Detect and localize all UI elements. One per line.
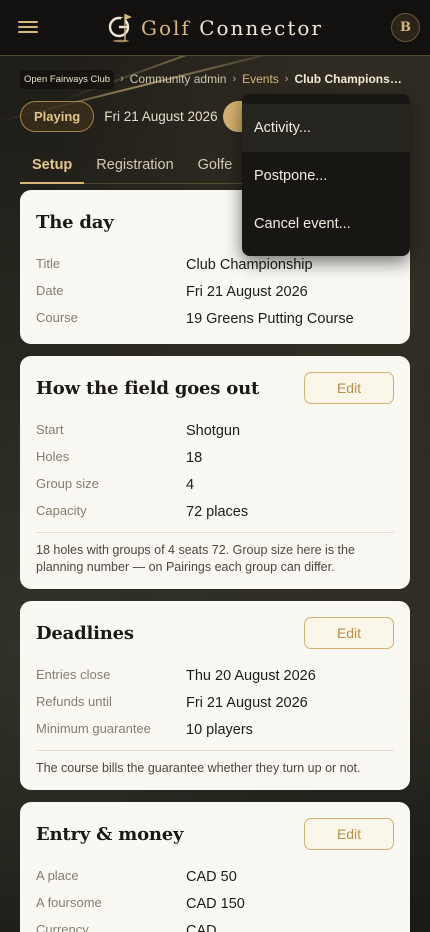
- tab-bar: Setup Registration Golfe: [20, 150, 244, 184]
- card-field: How the field goes out Edit Start Shotgun…: [20, 356, 410, 589]
- detail-value: Fri 21 August 2026: [186, 695, 308, 711]
- card-note: 18 holes with groups of 4 seats 72. Grou…: [36, 543, 355, 574]
- card-note: The course bills the guarantee whether t…: [36, 761, 361, 775]
- detail-label: Holes: [36, 449, 70, 464]
- card-title: How the field goes out: [36, 377, 260, 399]
- detail-row: Start Shotgun: [36, 420, 394, 447]
- golf-flag-logo-icon: [108, 13, 133, 42]
- edit-button[interactable]: Edit: [304, 617, 394, 649]
- detail-row: Capacity 72 places: [36, 501, 394, 528]
- status-badge: Playing: [20, 101, 95, 132]
- tab-setup[interactable]: Setup: [20, 150, 85, 184]
- breadcrumb-separator-icon: ›: [120, 73, 124, 85]
- card-header: Entry & money Edit: [36, 802, 394, 866]
- edit-button[interactable]: Edit: [304, 372, 394, 404]
- detail-label: Title: [36, 256, 61, 271]
- detail-label: Course: [36, 310, 78, 325]
- detail-row: Course 19 Greens Putting Course: [36, 308, 394, 335]
- detail-value: 72 places: [186, 504, 249, 520]
- detail-value: Thu 20 August 2026: [186, 668, 316, 684]
- card-title: Entry & money: [36, 823, 184, 845]
- detail-row: Minimum guarantee 10 players: [36, 719, 394, 746]
- brand-word-golf: Golf: [141, 15, 191, 40]
- detail-value: CAD 150: [186, 896, 245, 912]
- detail-value: Fri 21 August 2026: [186, 284, 308, 300]
- breadcrumb-community-admin[interactable]: Community admin: [130, 72, 227, 86]
- menu-item-activity[interactable]: Activity...: [242, 104, 410, 152]
- detail-row: A foursome CAD 150: [36, 893, 394, 920]
- detail-row: Date Fri 21 August 2026: [36, 281, 394, 308]
- detail-row: Refunds until Fri 21 August 2026: [36, 692, 394, 719]
- top-app-bar: Golf Connector B: [0, 0, 430, 56]
- menu-item-cancel-event[interactable]: Cancel event...: [242, 200, 410, 248]
- detail-label: Capacity: [36, 503, 87, 518]
- brand-name: Golf Connector: [141, 16, 323, 40]
- event-actions-menu: Activity... Postpone... Cancel event...: [242, 94, 410, 256]
- user-avatar[interactable]: B: [391, 13, 420, 42]
- detail-value: 19 Greens Putting Course: [186, 311, 354, 327]
- card-deadlines: Deadlines Edit Entries close Thu 20 Augus…: [20, 601, 410, 790]
- detail-label: Entries close: [36, 667, 111, 682]
- detail-value: 10 players: [186, 722, 253, 738]
- breadcrumb-separator-icon: ›: [232, 73, 237, 85]
- detail-label: Minimum guarantee: [36, 721, 151, 736]
- detail-label: Currency: [36, 922, 89, 932]
- card-title: The day: [36, 211, 114, 233]
- detail-label: Group size: [36, 476, 99, 491]
- detail-label: Start: [36, 422, 64, 437]
- detail-label: Date: [36, 283, 64, 298]
- edit-button[interactable]: Edit: [304, 818, 394, 850]
- detail-row: Currency CAD: [36, 920, 394, 932]
- hamburger-menu-icon[interactable]: [18, 18, 38, 38]
- breadcrumb-separator-icon: ›: [284, 73, 289, 85]
- card-header: Deadlines Edit: [36, 601, 394, 665]
- event-date: Fri 21 August 2026: [104, 109, 218, 124]
- detail-label: A place: [36, 868, 79, 883]
- brand-logo[interactable]: Golf Connector: [107, 13, 323, 43]
- card-entry-money: Entry & money Edit A place CAD 50 A fours…: [20, 802, 410, 932]
- breadcrumb: Open Fairways Club › Community admin › E…: [20, 68, 412, 90]
- detail-row: Title Club Championship: [36, 254, 394, 281]
- menu-item-postpone[interactable]: Postpone...: [242, 152, 410, 200]
- detail-value: Club Championship: [186, 257, 313, 273]
- detail-row: A place CAD 50: [36, 866, 394, 893]
- detail-label: A foursome: [36, 895, 102, 910]
- card-title: Deadlines: [36, 622, 134, 644]
- breadcrumb-events[interactable]: Events: [242, 72, 279, 86]
- detail-row: Holes 18: [36, 447, 394, 474]
- breadcrumb-current-event: Club Championsh...: [294, 72, 405, 86]
- detail-row: Entries close Thu 20 August 2026: [36, 665, 394, 692]
- detail-value: CAD 50: [186, 869, 237, 885]
- breadcrumb-club[interactable]: Open Fairways Club: [20, 69, 115, 89]
- detail-value: 4: [186, 477, 195, 493]
- detail-row: Group size 4: [36, 474, 394, 501]
- event-status-row: Playing Fri 21 August 2026: [20, 101, 218, 132]
- detail-value: Shotgun: [186, 423, 241, 439]
- detail-value: CAD: [186, 923, 217, 932]
- brand-word-connector: Connector: [199, 15, 323, 40]
- tab-registration[interactable]: Registration: [84, 150, 185, 184]
- detail-label: Refunds until: [36, 694, 112, 709]
- tab-golfers[interactable]: Golfe: [186, 150, 245, 184]
- card-header: How the field goes out Edit: [36, 356, 394, 420]
- detail-value: 18: [186, 450, 203, 466]
